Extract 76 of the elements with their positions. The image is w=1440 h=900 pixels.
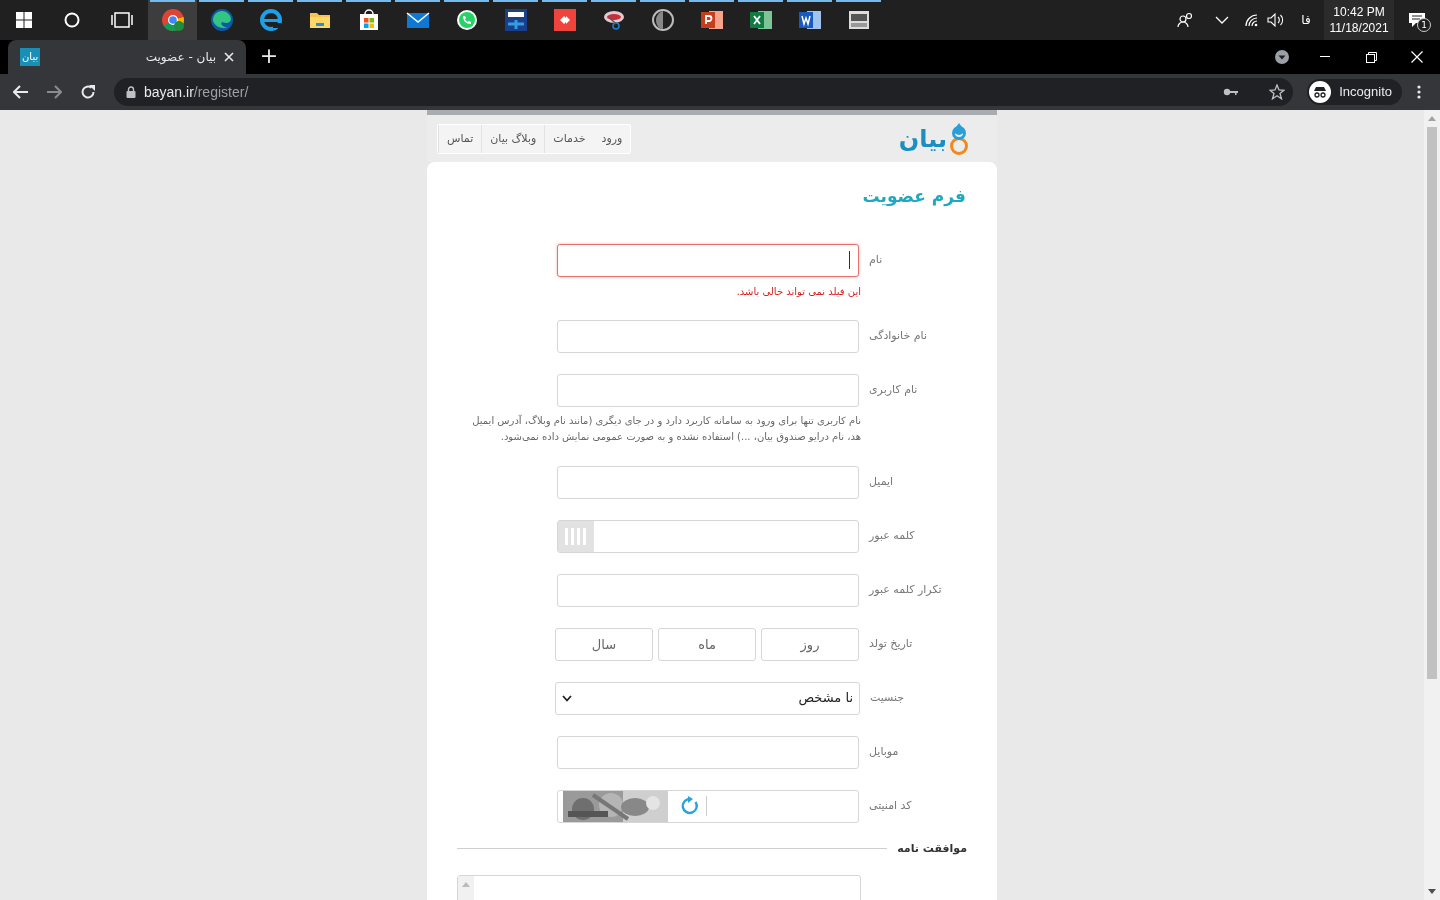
field-label: کد امنیتی (869, 797, 912, 814)
date-part-field[interactable]: روز (761, 627, 859, 661)
taskbar-app[interactable] (148, 0, 197, 40)
new-tab-button[interactable]: + (246, 40, 292, 74)
search-icon[interactable] (64, 12, 80, 28)
lock-icon (126, 86, 136, 98)
date-part-field[interactable]: سال (555, 627, 653, 661)
field-label: کلمه عبور (869, 527, 915, 544)
notification-count: 1 (1417, 18, 1431, 32)
date-part-field[interactable]: ماه (658, 627, 756, 661)
strength-meter-icon (558, 520, 594, 552)
spreadsheet-app-icon (748, 8, 773, 32)
field-label: نام (869, 251, 883, 268)
field-label: ایمیل (869, 473, 894, 490)
gender-select[interactable]: نا مشخص (555, 681, 860, 715)
browser-tab[interactable]: بیان بیان - عضویت (8, 40, 246, 74)
incognito-button[interactable]: Incognito (1307, 79, 1402, 105)
chrome-browser-icon (160, 8, 185, 32)
volume-icon[interactable] (1267, 13, 1285, 27)
round-emblem-icon (650, 8, 675, 32)
back-icon[interactable] (13, 85, 29, 99)
notification-button[interactable]: 1 (1394, 0, 1440, 40)
field-label: موبایل (869, 743, 899, 760)
error-message: این فیلد نمی تواند خالی باشد. (735, 284, 861, 299)
scrollbar-thumb[interactable] (1427, 127, 1437, 679)
restore-icon[interactable] (1365, 51, 1377, 63)
remote-desktop-icon (552, 8, 577, 32)
language-indicator[interactable]: فا (1288, 11, 1324, 29)
tab-search-icon[interactable] (1274, 49, 1290, 65)
tab-title: بیان - عضویت (145, 49, 216, 66)
document-app-icon (797, 8, 822, 32)
device-window-icon (846, 8, 871, 32)
nav-link[interactable]: وبلاگ بیان (481, 124, 545, 153)
windows-start-icon[interactable] (16, 12, 32, 28)
text-field[interactable] (557, 243, 859, 277)
clock-time: 10:42 PM (1333, 4, 1385, 20)
edge-browser-icon (209, 8, 234, 32)
menu-icon[interactable] (1417, 85, 1421, 99)
field-label: تکرار کلمه عبور (869, 581, 942, 598)
slides-app-icon (699, 8, 724, 32)
minimize-icon[interactable] (1320, 56, 1330, 58)
chevron-up-icon[interactable] (1215, 16, 1229, 24)
field-label: جنسیت (870, 689, 905, 706)
reload-icon[interactable] (80, 84, 96, 100)
field-label: تاریخ تولد (869, 635, 913, 652)
form-title: فرم عضویت (861, 185, 967, 209)
chevron-down-icon (562, 694, 572, 702)
hint-text: نام کاربری تنها برای ورود به سامانه کاربرد دارد و در جای دیگری (مانند نام وبلاگ، آدرس ایمیل هد، نام درایو صندوق بیان، ...) استفاده نشده و به صورت عمومی نمایش داده نمی‌شود. (471, 413, 861, 445)
scroll-down-icon[interactable] (1428, 889, 1436, 894)
clock[interactable]: 10:42 PM 11/18/2021 (1324, 0, 1394, 40)
nav-link[interactable]: خدمات (544, 124, 594, 153)
key-icon[interactable] (1223, 88, 1240, 96)
chat-phone-icon (454, 8, 479, 32)
agreement-heading: موافقت نامه (897, 840, 967, 857)
star-icon[interactable] (1269, 84, 1286, 100)
nav-link[interactable]: ورود (593, 124, 631, 153)
nav-link[interactable]: تماس (438, 124, 482, 153)
field-label: نام کاربری (869, 381, 918, 398)
url-text: bayan.ir/register/ (144, 82, 249, 102)
letter-e-icon (258, 8, 283, 32)
people-icon[interactable] (1177, 12, 1195, 28)
close-icon[interactable] (224, 52, 234, 62)
text-cursor (849, 251, 850, 269)
wifi-icon[interactable] (1244, 13, 1260, 27)
field-label: نام خانوادگی (869, 327, 927, 344)
address-bar[interactable]: bayan.ir/register/ (114, 78, 1294, 106)
developer-tile-icon (503, 8, 528, 32)
incognito-icon (1309, 81, 1332, 103)
captcha-field[interactable] (557, 789, 859, 823)
refresh-icon[interactable] (680, 796, 700, 816)
tab-favicon: بیان (20, 48, 41, 66)
task-view-icon[interactable] (111, 12, 133, 28)
logo-mark-icon (949, 121, 969, 156)
forward-icon (46, 85, 62, 99)
clock-date: 11/18/2021 (1329, 20, 1389, 36)
scissors-icon (601, 8, 626, 32)
